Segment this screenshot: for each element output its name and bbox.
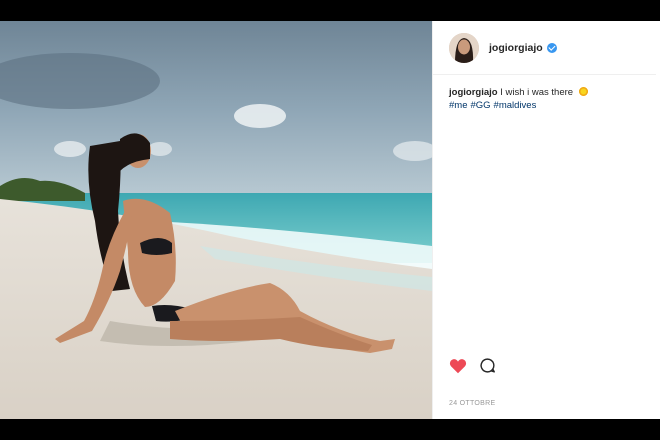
post-date[interactable]: 24 OTTOBRE [449,400,495,407]
post-photo[interactable] [0,21,432,419]
post-sidebar: jogiorgiajo jogiorgiajo I wish i was the… [432,21,660,419]
hashtag-list: #me #GG #maldives [449,99,644,112]
verified-badge-icon [546,42,557,53]
post-modal: jogiorgiajo jogiorgiajo I wish i was the… [0,21,660,419]
like-button[interactable] [449,358,467,374]
hashtag-maldives[interactable]: #maldives [494,100,537,111]
action-bar [449,357,496,374]
avatar[interactable] [449,32,479,63]
caption-text: I wish i was there [500,87,574,98]
hashtag-gg[interactable]: #GG [470,100,490,111]
avatar-image [449,32,479,63]
header-username[interactable]: jogiorgiajo [489,42,543,54]
sun-emoji-icon [578,87,588,96]
hashtag-me[interactable]: #me [449,100,467,111]
beach-photo-image [0,21,432,419]
post-header: jogiorgiajo [433,21,656,75]
heart-icon [449,358,467,373]
caption-username[interactable]: jogiorgiajo [449,87,498,98]
comment-button[interactable] [479,357,496,374]
caption: jogiorgiajo I wish i was there #me #GG #ma… [433,75,660,112]
comment-bubble-icon [480,358,495,373]
